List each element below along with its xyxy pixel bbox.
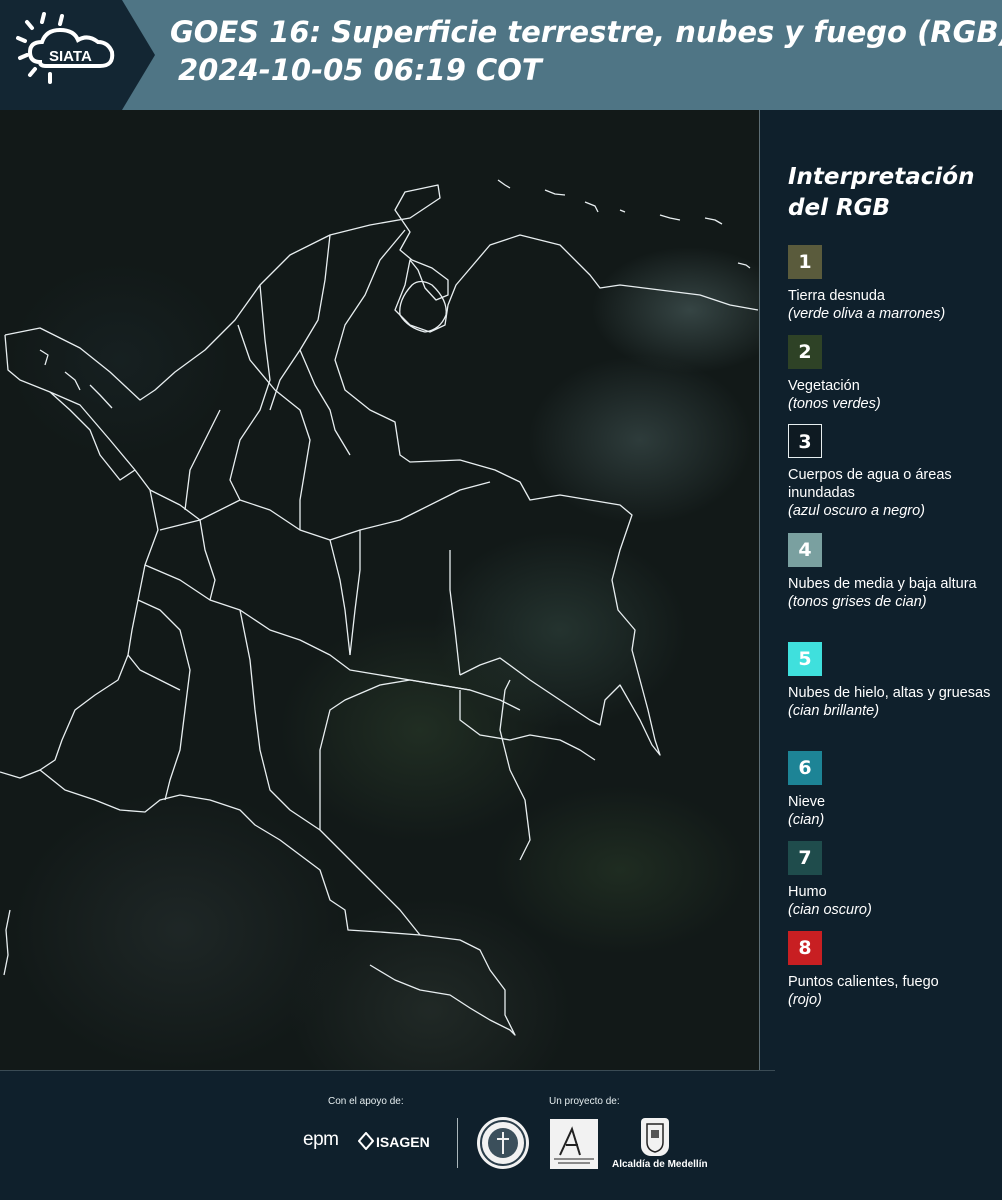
legend-desc-5: (cian brillante) [788, 703, 880, 719]
legend-desc-3: (azul oscuro a negro) [788, 503, 926, 519]
brand-text: SIATA [49, 48, 92, 65]
legend-item-1: 1 Tierra desnuda (verde oliva a marrones… [788, 245, 998, 323]
legend-swatch-3: 3 [788, 424, 822, 458]
legend-desc-6: (cian) [788, 812, 825, 828]
header-bar: SIATA GOES 16: Superficie terrestre, nub… [0, 0, 1002, 110]
legend-swatch-8: 8 [788, 931, 822, 965]
isagen-logo[interactable]: ISAGEN [376, 1134, 430, 1150]
legend-swatch-7: 7 [788, 841, 822, 875]
legend-item-2: 2 Vegetación (tonos verdes) [788, 335, 998, 413]
legend-item-6: 6 Nieve (cian) [788, 751, 998, 829]
legend-swatch-6: 6 [788, 751, 822, 785]
university-seal-logo[interactable] [477, 1117, 529, 1169]
project-label: Un proyecto de: [549, 1096, 620, 1107]
area-metropolitana-logo[interactable] [550, 1119, 598, 1169]
alcaldia-label: Alcaldía de Medellín [612, 1159, 708, 1170]
legend-item-8: 8 Puntos calientes, fuego (rojo) [788, 931, 998, 1009]
legend-label-2: Vegetación [788, 378, 860, 394]
legend-label-3: Cuerpos de agua o áreas inundadas [788, 467, 952, 501]
legend-label-7: Humo [788, 884, 827, 900]
footer-divider [0, 1070, 775, 1071]
legend-item-3: 3 Cuerpos de agua o áreas inundadas (azu… [788, 424, 998, 520]
legend-title: Interpretación del RGB [788, 164, 975, 221]
isagen-icon [358, 1132, 374, 1150]
legend-label-1: Tierra desnuda [788, 288, 885, 304]
legend-desc-4: (tonos grises de cian) [788, 594, 927, 610]
legend-desc-7: (cian oscuro) [788, 902, 872, 918]
support-label: Con el apoyo de: [328, 1096, 404, 1107]
page-title: GOES 16: Superficie terrestre, nubes y f… [170, 15, 1002, 49]
satellite-map[interactable] [0, 110, 760, 1070]
legend-label-6: Nieve [788, 794, 826, 810]
legend-item-4: 4 Nubes de media y baja altura (tonos gr… [788, 533, 998, 611]
footer-separator [457, 1118, 458, 1168]
legend-desc-1: (verde oliva a marrones) [788, 306, 946, 322]
legend-swatch-1: 1 [788, 245, 822, 279]
legend-label-4: Nubes de media y baja altura [788, 576, 977, 592]
legend-label-8: Puntos calientes, fuego [788, 974, 939, 990]
legend-item-7: 7 Humo (cian oscuro) [788, 841, 998, 919]
legend-label-5: Nubes de hielo, altas y gruesas [788, 685, 991, 701]
legend-swatch-2: 2 [788, 335, 822, 369]
boundary-lines [0, 179, 759, 1036]
legend-swatch-4: 4 [788, 533, 822, 567]
legend-desc-2: (tonos verdes) [788, 396, 881, 412]
page-timestamp: 2024-10-05 06:19 COT [178, 53, 542, 87]
legend-item-5: 5 Nubes de hielo, altas y gruesas (cian … [788, 642, 998, 720]
siata-logo[interactable]: SIATA [0, 0, 155, 110]
epm-logo[interactable]: epm [303, 1129, 339, 1151]
alcaldia-shield-icon[interactable] [641, 1118, 669, 1156]
legend-desc-8: (rojo) [788, 992, 822, 1008]
legend-swatch-5: 5 [788, 642, 822, 676]
